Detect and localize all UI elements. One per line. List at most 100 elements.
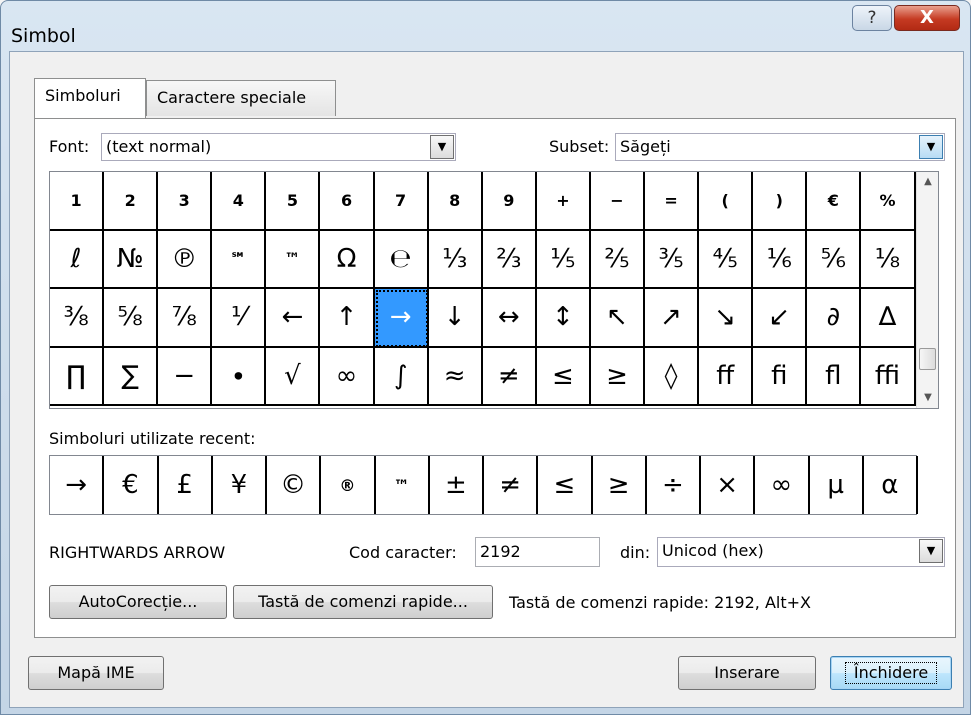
- recent-symbol-cell[interactable]: ©: [267, 456, 322, 514]
- recent-symbol-cell[interactable]: ™: [376, 456, 430, 514]
- symbol-cell[interactable]: ⅙: [753, 230, 808, 289]
- symbol-cell[interactable]: ≈: [428, 347, 483, 406]
- recent-symbol-cell[interactable]: ≠: [484, 456, 539, 514]
- scroll-down-icon[interactable]: ▼: [917, 388, 939, 408]
- symbol-cell[interactable]: ℮: [374, 230, 429, 289]
- symbol-cell[interactable]: 4: [212, 172, 267, 231]
- symbol-cell[interactable]: ﬀ: [699, 347, 754, 406]
- symbol-cell[interactable]: −: [158, 347, 213, 406]
- symbol-cell[interactable]: 1: [50, 172, 105, 231]
- recent-symbol-cell[interactable]: ≥: [593, 456, 647, 514]
- symbol-cell[interactable]: ℓ: [50, 230, 105, 289]
- symbol-grid-scrollbar[interactable]: ▲ ▼: [916, 172, 938, 408]
- ime-map-button[interactable]: Mapă IME: [28, 656, 164, 690]
- from-dropdown[interactable]: Unicod (hex) ▼: [657, 537, 945, 567]
- close-button[interactable]: Închidere: [830, 656, 952, 690]
- symbol-cell[interactable]: ↓: [428, 289, 483, 348]
- recent-symbol-cell[interactable]: ∞: [755, 456, 810, 514]
- symbol-cell[interactable]: ⅘: [699, 230, 754, 289]
- tab-caractere-speciale[interactable]: Caractere speciale: [146, 80, 336, 116]
- symbol-cell[interactable]: 8: [428, 172, 483, 231]
- symbol-cell[interactable]: ∂: [807, 289, 862, 348]
- symbol-cell[interactable]: ): [753, 172, 808, 231]
- close-window-button[interactable]: X: [894, 5, 960, 31]
- symbol-cell[interactable]: ⅜: [50, 289, 105, 348]
- chevron-down-icon[interactable]: ▼: [919, 539, 943, 563]
- symbol-cell[interactable]: ⅗: [645, 230, 700, 289]
- symbol-cell[interactable]: ↕: [536, 289, 591, 348]
- symbol-cell[interactable]: ™: [266, 230, 321, 289]
- title-bar[interactable]: Simbol ? X: [1, 1, 970, 47]
- symbol-cell[interactable]: ↑: [320, 289, 375, 348]
- symbol-cell[interactable]: ﬁ: [753, 347, 808, 406]
- recent-symbol-cell[interactable]: ®: [321, 456, 376, 514]
- symbol-cell[interactable]: 5: [266, 172, 321, 231]
- symbol-cell[interactable]: 2: [104, 172, 159, 231]
- symbol-cell[interactable]: 6: [320, 172, 375, 231]
- recent-symbol-cell[interactable]: →: [50, 456, 105, 514]
- symbol-cell[interactable]: ⅚: [807, 230, 862, 289]
- font-dropdown[interactable]: (text normal) ▼: [101, 133, 456, 161]
- symbol-cell[interactable]: Ω: [320, 230, 375, 289]
- symbol-cell[interactable]: №: [104, 230, 159, 289]
- symbol-cell[interactable]: %: [861, 172, 916, 231]
- symbol-cell[interactable]: +: [536, 172, 591, 231]
- symbol-cell[interactable]: ↙: [753, 289, 808, 348]
- symbol-cell[interactable]: ≤: [536, 347, 591, 406]
- recent-symbol-cell[interactable]: €: [104, 456, 159, 514]
- scroll-thumb[interactable]: [919, 348, 936, 370]
- symbol-cell[interactable]: ⅕: [536, 230, 591, 289]
- char-code-input[interactable]: 2192: [475, 537, 600, 567]
- symbol-cell[interactable]: =: [645, 172, 700, 231]
- symbol-cell[interactable]: ∙: [212, 347, 267, 406]
- recent-symbol-cell[interactable]: µ: [810, 456, 864, 514]
- help-button[interactable]: ?: [852, 5, 892, 31]
- symbol-cell[interactable]: 3: [158, 172, 213, 231]
- recent-symbol-cell[interactable]: ÷: [647, 456, 701, 514]
- symbol-cell[interactable]: ≠: [482, 347, 537, 406]
- shortcut-key-button[interactable]: Tastă de comenzi rapide...: [233, 585, 493, 619]
- chevron-down-icon[interactable]: ▼: [919, 135, 943, 159]
- symbol-cell[interactable]: ⅞: [158, 289, 213, 348]
- symbol-cell[interactable]: ←: [266, 289, 321, 348]
- symbol-cell[interactable]: ⅖: [590, 230, 646, 289]
- symbol-cell[interactable]: 7: [374, 172, 429, 231]
- recent-symbol-cell[interactable]: ×: [701, 456, 756, 514]
- symbol-cell[interactable]: ﬃ: [861, 347, 916, 406]
- symbol-cell[interactable]: ⅟: [212, 289, 267, 348]
- symbol-cell[interactable]: ◊: [645, 347, 700, 406]
- symbol-cell[interactable]: ∑: [104, 347, 159, 406]
- symbol-cell[interactable]: ↘: [699, 289, 754, 348]
- symbol-cell[interactable]: ↗: [645, 289, 700, 348]
- tab-simboluri[interactable]: Simboluri: [34, 78, 146, 118]
- symbol-cell[interactable]: ↔: [482, 289, 537, 348]
- symbol-cell[interactable]: 9: [482, 172, 537, 231]
- symbol-cell[interactable]: ⅔: [482, 230, 537, 289]
- symbol-cell[interactable]: ≥: [590, 347, 646, 406]
- symbol-cell[interactable]: −: [590, 172, 646, 231]
- symbol-cell[interactable]: ﬂ: [807, 347, 862, 406]
- autocorrect-button[interactable]: AutoCorecție...: [49, 585, 227, 619]
- chevron-down-icon[interactable]: ▼: [430, 135, 454, 159]
- symbol-cell[interactable]: ⅛: [861, 230, 916, 289]
- symbol-cell[interactable]: →: [374, 289, 429, 348]
- subset-dropdown[interactable]: Săgeți ▼: [615, 133, 945, 161]
- symbol-cell[interactable]: ∞: [320, 347, 375, 406]
- symbol-cell[interactable]: ∆: [861, 289, 916, 348]
- symbol-cell[interactable]: ℗: [158, 230, 213, 289]
- recent-symbol-cell[interactable]: ±: [430, 456, 484, 514]
- recent-symbol-cell[interactable]: ≤: [538, 456, 593, 514]
- symbol-cell[interactable]: ↖: [590, 289, 646, 348]
- recent-symbol-cell[interactable]: α: [864, 456, 918, 514]
- insert-button[interactable]: Inserare: [678, 656, 816, 690]
- symbol-cell[interactable]: ⅓: [428, 230, 483, 289]
- symbol-cell[interactable]: ⅝: [104, 289, 159, 348]
- symbol-cell[interactable]: ∫: [374, 347, 429, 406]
- symbol-cell[interactable]: ℠: [212, 230, 267, 289]
- recent-symbol-cell[interactable]: ¥: [213, 456, 267, 514]
- symbol-cell[interactable]: ∏: [50, 347, 105, 406]
- symbol-cell[interactable]: €: [807, 172, 862, 231]
- scroll-up-icon[interactable]: ▲: [917, 172, 939, 192]
- symbol-cell[interactable]: (: [699, 172, 754, 231]
- symbol-cell[interactable]: √: [266, 347, 321, 406]
